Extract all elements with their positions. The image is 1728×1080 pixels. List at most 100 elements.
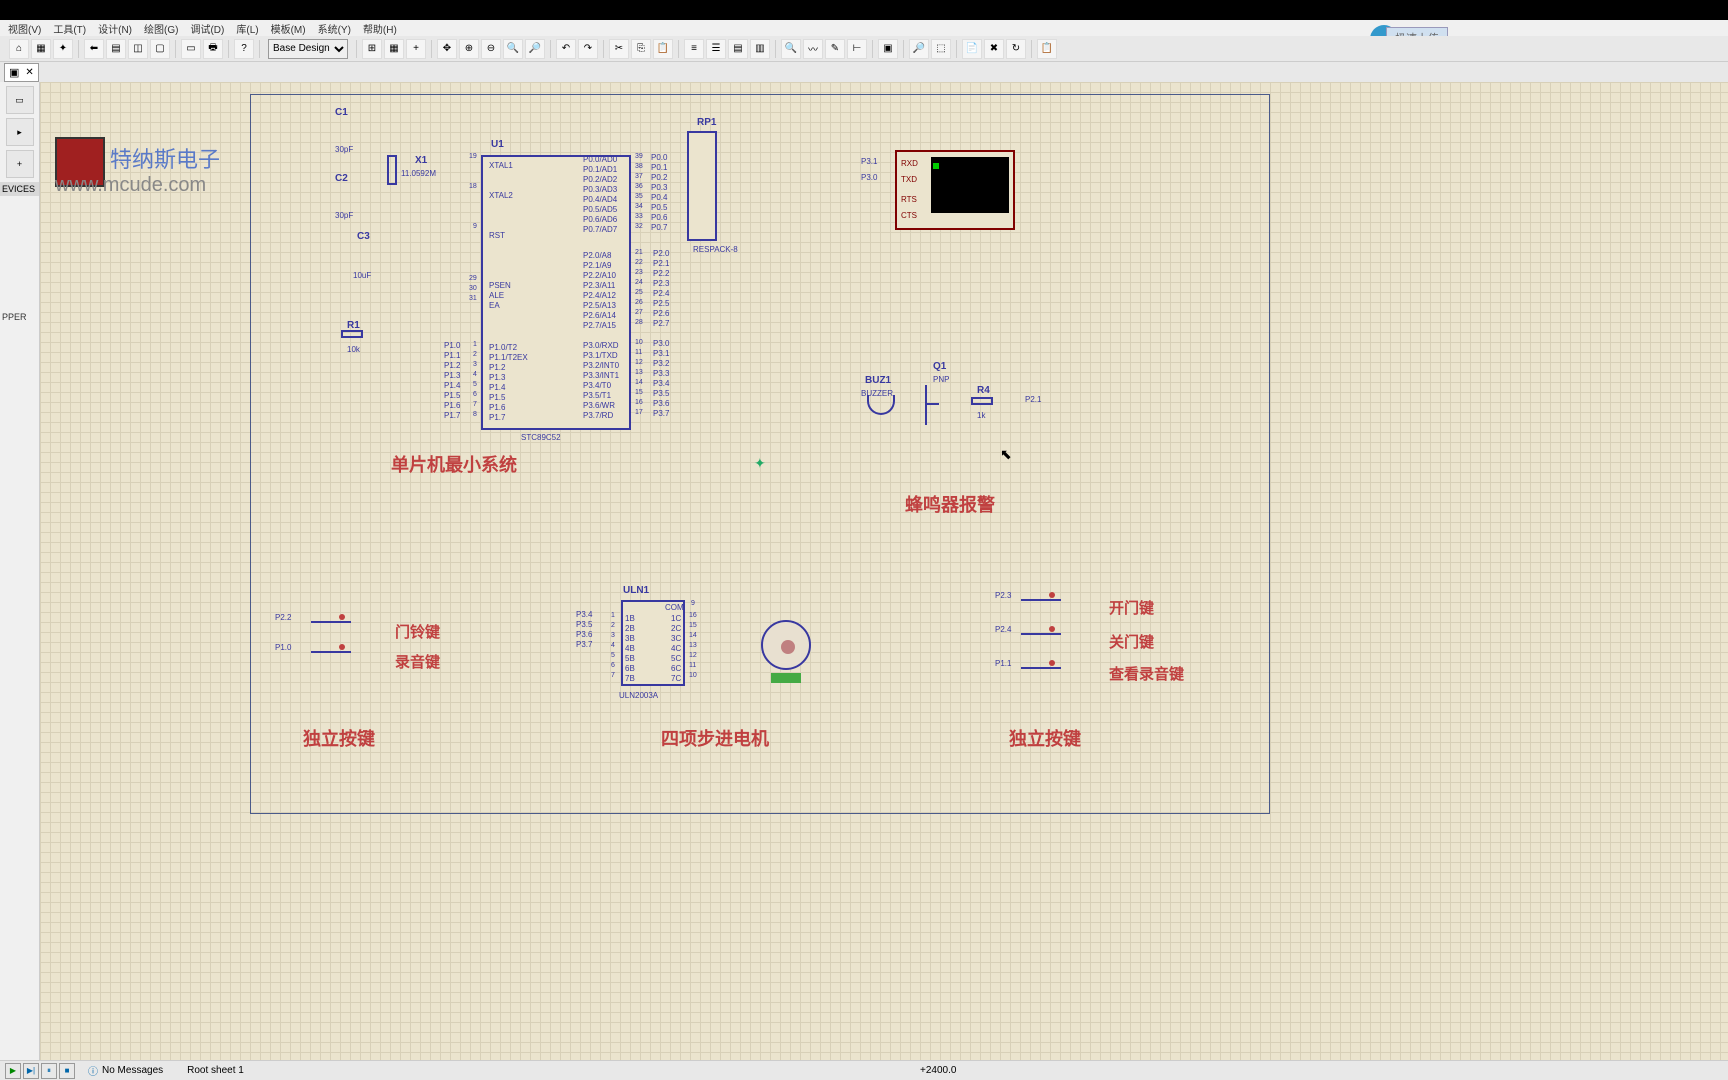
cts-label: CTS <box>901 211 917 220</box>
close-button[interactable] <box>1021 629 1061 641</box>
find-icon[interactable]: 🔎 <box>909 39 929 59</box>
tab-icon: ▣ <box>9 66 19 79</box>
delete-icon[interactable]: ✖ <box>984 39 1004 59</box>
cut-icon[interactable]: ✂ <box>609 39 629 59</box>
selection-icon[interactable]: ▭ <box>6 86 34 114</box>
menu-view[interactable]: 视图(V) <box>8 21 41 36</box>
search-icon[interactable]: 🔍 <box>781 39 801 59</box>
doorbell-button[interactable] <box>311 617 351 629</box>
doc-icon[interactable]: ▭ <box>181 39 201 59</box>
report-icon[interactable]: 📋 <box>1037 39 1057 59</box>
undo-icon[interactable]: ↶ <box>556 39 576 59</box>
p14-net: P1.4 <box>444 381 460 390</box>
pan-icon[interactable]: ✥ <box>437 39 457 59</box>
new-icon[interactable]: ▦ <box>31 39 51 59</box>
r4-val: 1k <box>977 411 985 420</box>
menu-system[interactable]: 系统(Y) <box>318 21 351 36</box>
pin-18: 18 <box>469 183 477 190</box>
view-button[interactable] <box>1021 663 1061 675</box>
respack[interactable] <box>687 131 717 241</box>
resistor-r4[interactable] <box>971 397 993 405</box>
component-icon[interactable]: ▸ <box>6 118 34 146</box>
home-icon[interactable]: ⌂ <box>9 39 29 59</box>
paste-icon[interactable]: 📋 <box>653 39 673 59</box>
help-icon[interactable]: ? <box>234 39 254 59</box>
p26-pin: P2.6/A14 <box>583 311 616 320</box>
transistor-q1[interactable] <box>911 385 941 425</box>
copy-icon[interactable]: ⎘ <box>631 39 651 59</box>
p10-net: P1.0 <box>444 341 460 350</box>
snap-icon[interactable]: ⊞ <box>362 39 382 59</box>
q1-label: Q1 <box>933 361 946 372</box>
save-icon[interactable]: ✦ <box>53 39 73 59</box>
wire-icon[interactable]: 〰 <box>803 39 823 59</box>
crystal-icon[interactable] <box>387 155 397 185</box>
rxd-label: RXD <box>901 159 918 168</box>
step-icon[interactable]: ▶| <box>23 1063 39 1079</box>
keys2-section: 独立按键 <box>1009 725 1081 751</box>
pin-14: 14 <box>635 379 643 386</box>
p21-buz: P2.1 <box>1025 395 1041 404</box>
area-icon[interactable]: ◫ <box>128 39 148 59</box>
pin-32: 32 <box>635 223 643 230</box>
resistor-r1[interactable] <box>341 330 363 338</box>
schematic-tab[interactable]: ▣ ✕ <box>4 63 39 82</box>
stepper-motor[interactable] <box>761 620 811 670</box>
menu-design[interactable]: 设计(N) <box>98 21 132 36</box>
pin-11: 11 <box>635 349 642 356</box>
grid2-icon[interactable]: ▦ <box>384 39 404 59</box>
newdoc-icon[interactable]: 📄 <box>962 39 982 59</box>
buzzer-icon[interactable] <box>867 395 895 415</box>
terminal-icon[interactable]: ⊢ <box>847 39 867 59</box>
device-item[interactable]: PPER <box>0 310 39 324</box>
pen-icon[interactable]: ✎ <box>825 39 845 59</box>
distv-icon[interactable]: ▤ <box>728 39 748 59</box>
menu-help[interactable]: 帮助(H) <box>363 21 397 36</box>
p11-key: P1.1 <box>995 659 1011 668</box>
pin-28: 28 <box>635 319 643 326</box>
menu-debug[interactable]: 调试(D) <box>190 21 224 36</box>
refresh-icon[interactable]: ↻ <box>1006 39 1026 59</box>
pause-icon[interactable]: ⏸ <box>41 1063 57 1079</box>
disth-icon[interactable]: ▥ <box>750 39 770 59</box>
redo-icon[interactable]: ↷ <box>578 39 598 59</box>
page-icon[interactable]: ▢ <box>150 39 170 59</box>
print-icon[interactable]: 🖶 <box>203 39 223 59</box>
tag-icon[interactable]: ⬚ <box>931 39 951 59</box>
p03-pin: P0.3/AD3 <box>583 185 617 194</box>
alignh-icon[interactable]: ☰ <box>706 39 726 59</box>
zoomfit-icon[interactable]: 🔍 <box>503 39 523 59</box>
play-icon[interactable]: ▶ <box>5 1063 21 1079</box>
mcu-model: STC89C52 <box>521 433 561 442</box>
zoomout-icon[interactable]: ⊖ <box>481 39 501 59</box>
menu-draw[interactable]: 绘图(G) <box>144 21 178 36</box>
uln-3b: 3B <box>625 634 635 643</box>
pin-36: 36 <box>635 183 643 190</box>
watermark-brand: 特纳斯电子 <box>110 142 220 174</box>
close-icon[interactable]: ✕ <box>25 67 33 78</box>
design-combo[interactable]: Base Design <box>268 39 348 59</box>
pnp-label: PNP <box>933 375 949 384</box>
alignv-icon[interactable]: ≡ <box>684 39 704 59</box>
menu-lib[interactable]: 库(L) <box>236 21 258 36</box>
grid-icon[interactable]: ▤ <box>106 39 126 59</box>
origin-icon[interactable]: + <box>406 39 426 59</box>
schematic-canvas[interactable]: 特纳斯电子 www.mcude.com U1 STC89C52 XTAL1 XT… <box>40 82 1728 1060</box>
open-button[interactable] <box>1021 595 1061 607</box>
menu-tools[interactable]: 工具(T) <box>53 21 86 36</box>
record-button[interactable] <box>311 647 351 659</box>
p30-term: P3.0 <box>861 173 877 182</box>
menu-bar[interactable]: 视图(V) 工具(T) 设计(N) 绘图(G) 调试(D) 库(L) 模板(M)… <box>0 20 1728 36</box>
record-label: 录音键 <box>395 651 440 672</box>
compile-icon[interactable]: ▣ <box>878 39 898 59</box>
uln-pin4: 4 <box>611 642 615 649</box>
msg-text: No Messages <box>102 1065 163 1076</box>
buzzer-label: BUZZER <box>861 389 893 398</box>
import-icon[interactable]: ⬅ <box>84 39 104 59</box>
zoomin-icon[interactable]: ⊕ <box>459 39 479 59</box>
menu-template[interactable]: 模板(M) <box>271 21 306 36</box>
stop-icon[interactable]: ■ <box>59 1063 75 1079</box>
wire-tool-icon[interactable]: + <box>6 150 34 178</box>
zoomarea-icon[interactable]: 🔎 <box>525 39 545 59</box>
p36-net: P3.6 <box>653 399 669 408</box>
